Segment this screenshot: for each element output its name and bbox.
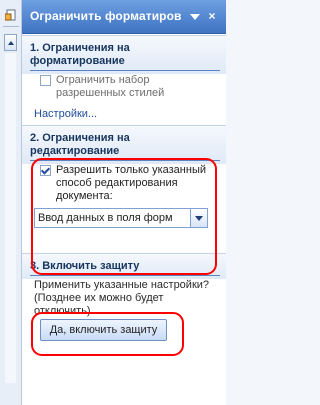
settings-link[interactable]: Настройки... — [34, 108, 154, 121]
callout-enable-protection — [31, 312, 184, 356]
rail-separator — [3, 26, 19, 27]
pane-options-dropdown-icon[interactable] — [190, 14, 200, 22]
scroll-up-button[interactable] — [4, 34, 17, 51]
section-formatting-header: 1. Ограничения на форматирование — [22, 35, 226, 74]
restrict-styles-checkbox[interactable] — [40, 75, 51, 86]
callout-editing-restrictions — [31, 158, 217, 275]
section-divider — [30, 275, 220, 276]
restrict-styles-label: Ограничить набор разрешенных стилей — [56, 74, 165, 99]
pane-header: Ограничить форматиров × — [22, 0, 226, 34]
section-divider — [30, 70, 220, 71]
section-editing-title: 2. Ограничения на редактирование — [30, 132, 130, 157]
document-icon — [5, 9, 16, 21]
section-formatting-body: Ограничить набор разрешенных стилей Наст… — [22, 74, 226, 125]
left-rail — [0, 0, 22, 405]
section-formatting-title: 1. Ограничения на форматирование — [30, 42, 130, 67]
close-icon[interactable]: × — [206, 10, 218, 22]
pane-title: Ограничить форматиров — [30, 9, 182, 23]
restrict-styles-option[interactable]: Ограничить набор разрешенных стилей — [22, 74, 226, 104]
scroll-track[interactable] — [5, 53, 16, 383]
